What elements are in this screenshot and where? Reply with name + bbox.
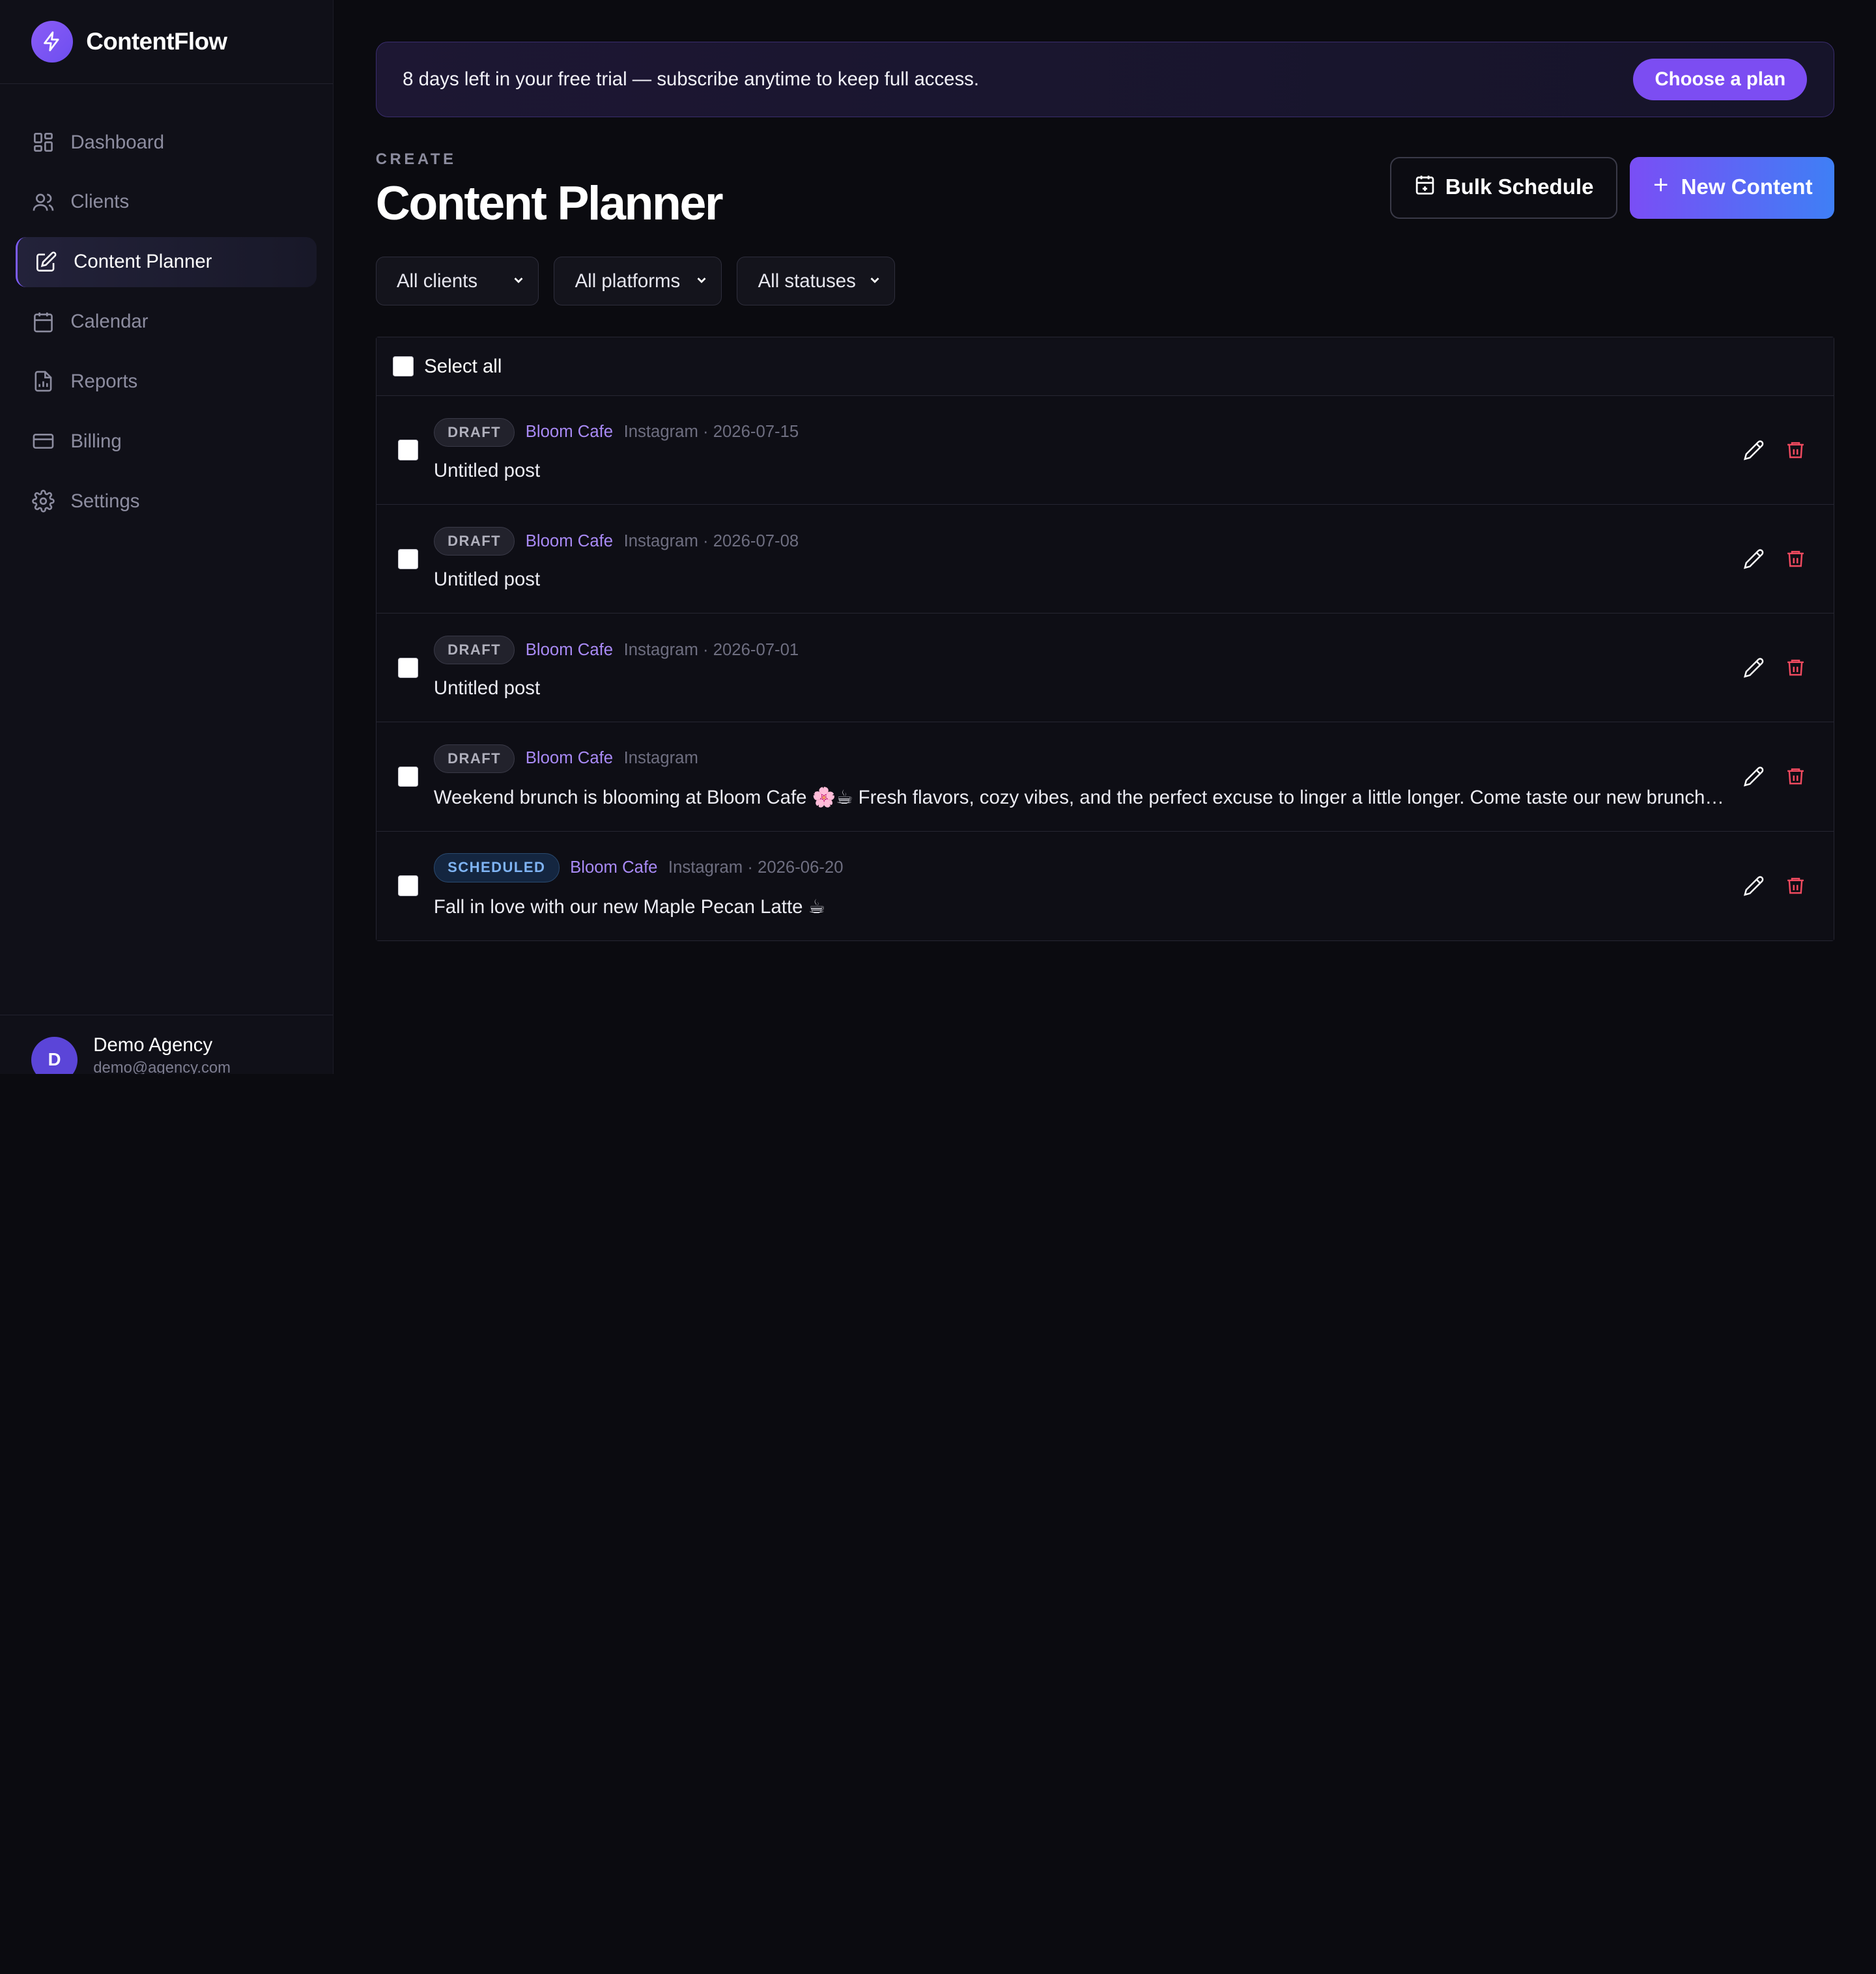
- credit-card-icon: [31, 429, 55, 453]
- platform-date: Instagram · 2026-07-15: [623, 423, 799, 442]
- trash-icon[interactable]: [1784, 548, 1807, 571]
- sidebar: ContentFlow Dashboard Clients Content Pl…: [0, 0, 334, 1075]
- post-title: Fall in love with our new Maple Pecan La…: [433, 895, 825, 918]
- status-badge: DRAFT: [433, 527, 515, 556]
- sidebar-item-label: Billing: [70, 430, 122, 452]
- client-link[interactable]: Bloom Cafe: [526, 641, 613, 660]
- status-badge: DRAFT: [433, 636, 515, 665]
- sidebar-item-billing[interactable]: Billing: [16, 416, 317, 466]
- list-item[interactable]: DRAFT Bloom Cafe Instagram Weekend brunc…: [376, 722, 1834, 832]
- sidebar-item-dashboard[interactable]: Dashboard: [16, 117, 317, 167]
- row-checkbox[interactable]: [397, 875, 418, 896]
- sidebar-item-settings[interactable]: Settings: [16, 476, 317, 526]
- list-item[interactable]: SCHEDULED Bloom Cafe Instagram · 2026-06…: [376, 831, 1834, 940]
- sidebar-item-label: Dashboard: [70, 131, 165, 153]
- trash-icon[interactable]: [1784, 656, 1807, 679]
- client-link[interactable]: Bloom Cafe: [526, 532, 613, 551]
- page-eyebrow: CREATE: [375, 150, 457, 169]
- select-all-label: Select all: [424, 355, 502, 377]
- status-badge: DRAFT: [433, 417, 515, 447]
- sidebar-item-label: Reports: [70, 370, 138, 392]
- edit-icon[interactable]: [1742, 439, 1765, 462]
- edit-icon[interactable]: [1742, 656, 1765, 679]
- user-email: demo@agency.com: [93, 1058, 231, 1075]
- user-profile[interactable]: D Demo Agency demo@agency.com: [0, 1014, 334, 1075]
- sidebar-item-reports[interactable]: Reports: [16, 356, 317, 406]
- platform-filter-select[interactable]: All platforms: [554, 256, 722, 306]
- platform-date: Instagram: [623, 749, 698, 768]
- avatar: D: [31, 1036, 78, 1075]
- platform-date: Instagram · 2026-07-01: [623, 640, 799, 659]
- row-checkbox[interactable]: [397, 766, 418, 787]
- filter-bar: All clients All platforms All statuses: [375, 256, 1834, 306]
- trash-icon[interactable]: [1784, 765, 1807, 788]
- page-title: Content Planner: [375, 175, 724, 230]
- new-content-button[interactable]: New Content: [1629, 156, 1834, 219]
- trial-banner: 8 days left in your free trial — subscri…: [375, 42, 1834, 117]
- chevron-down-icon: [868, 270, 882, 292]
- client-filter-select[interactable]: All clients: [375, 256, 539, 306]
- list-item[interactable]: DRAFT Bloom Cafe Instagram · 2026-07-01 …: [376, 613, 1834, 723]
- edit-icon[interactable]: [1742, 875, 1765, 897]
- sidebar-item-label: Settings: [70, 490, 140, 512]
- trash-icon[interactable]: [1784, 875, 1807, 897]
- status-badge: DRAFT: [433, 744, 515, 773]
- bulk-schedule-button[interactable]: Bulk Schedule: [1390, 156, 1618, 219]
- post-title: Untitled post: [433, 460, 541, 482]
- sidebar-item-content-planner[interactable]: Content Planner: [15, 236, 317, 287]
- client-link[interactable]: Bloom Cafe: [570, 858, 657, 877]
- post-title: Untitled post: [433, 569, 541, 591]
- row-checkbox[interactable]: [397, 657, 418, 678]
- platform-filter-value: All platforms: [575, 270, 681, 292]
- content-list: Select all DRAFT Bloom Cafe Instagram · …: [375, 337, 1834, 941]
- list-item[interactable]: DRAFT Bloom Cafe Instagram · 2026-07-15 …: [376, 396, 1834, 505]
- chevron-down-icon: [511, 270, 526, 292]
- bolt-icon: [31, 20, 74, 63]
- row-checkbox[interactable]: [397, 548, 418, 569]
- calendar-plus-icon: [1414, 174, 1436, 201]
- dashboard-icon: [31, 130, 55, 154]
- brand-name: ContentFlow: [86, 27, 227, 55]
- sidebar-item-label: Calendar: [70, 311, 149, 333]
- chevron-down-icon: [694, 270, 709, 292]
- client-link[interactable]: Bloom Cafe: [526, 423, 613, 442]
- edit-icon[interactable]: [1742, 548, 1765, 571]
- sidebar-item-calendar[interactable]: Calendar: [16, 296, 317, 346]
- report-icon: [31, 370, 55, 394]
- client-filter-value: All clients: [396, 270, 478, 292]
- platform-date: Instagram · 2026-06-20: [668, 858, 844, 877]
- calendar-icon: [31, 310, 55, 334]
- trial-banner-text: 8 days left in your free trial — subscri…: [403, 68, 980, 91]
- client-link[interactable]: Bloom Cafe: [526, 749, 613, 768]
- sidebar-item-clients[interactable]: Clients: [16, 177, 317, 227]
- list-header: Select all: [376, 337, 1834, 397]
- choose-plan-button[interactable]: Choose a plan: [1633, 58, 1808, 101]
- sidebar-nav: Dashboard Clients Content Planner Calend…: [0, 84, 333, 527]
- users-icon: [31, 190, 55, 214]
- plus-icon: [1651, 175, 1670, 200]
- status-filter-select[interactable]: All statuses: [737, 256, 895, 306]
- post-title: Weekend brunch is blooming at Bloom Cafe…: [433, 787, 1724, 809]
- status-filter-value: All statuses: [758, 270, 856, 292]
- gear-icon: [31, 489, 55, 513]
- user-name: Demo Agency: [93, 1034, 213, 1056]
- brand[interactable]: ContentFlow: [0, 0, 334, 84]
- select-all-checkbox[interactable]: [393, 356, 414, 377]
- status-badge: SCHEDULED: [433, 853, 560, 882]
- new-content-label: New Content: [1681, 175, 1813, 200]
- list-item[interactable]: DRAFT Bloom Cafe Instagram · 2026-07-08 …: [376, 505, 1834, 614]
- edit-icon[interactable]: [1742, 765, 1765, 788]
- post-title: Untitled post: [433, 677, 541, 699]
- platform-date: Instagram · 2026-07-08: [623, 531, 799, 550]
- sidebar-item-label: Clients: [70, 191, 130, 213]
- main-content: 8 days left in your free trial — subscri…: [334, 0, 1876, 1074]
- row-checkbox[interactable]: [397, 440, 418, 460]
- edit-icon: [35, 250, 59, 274]
- bulk-schedule-label: Bulk Schedule: [1445, 175, 1594, 200]
- trash-icon[interactable]: [1784, 439, 1807, 462]
- sidebar-item-label: Content Planner: [74, 251, 212, 273]
